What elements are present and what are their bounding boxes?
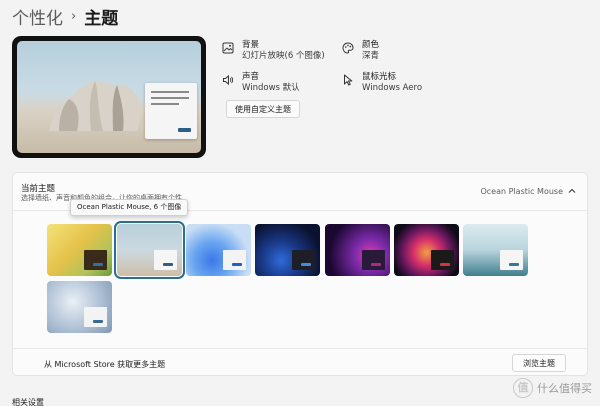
chevron-right-icon: › [71, 8, 77, 24]
prop-title: 鼠标光标 [362, 72, 397, 82]
thumbnail-accent [440, 263, 450, 266]
watermark: 值 什么值得买 [513, 378, 592, 398]
thumbnail-window [500, 250, 523, 270]
thumbnail-accent [93, 320, 103, 323]
theme-flow[interactable] [47, 281, 112, 333]
page-title: 主题 [84, 8, 119, 29]
breadcrumb-parent[interactable]: 个性化 [12, 4, 63, 29]
prop-title: 背景 [242, 40, 260, 50]
thumbnail-accent [509, 263, 519, 266]
speaker-icon [223, 74, 234, 86]
breadcrumb: 个性化 › 主题 [12, 4, 119, 29]
prop-title: 颜色 [362, 40, 380, 50]
thumbnail-accent [93, 263, 103, 266]
thumbnail-window [223, 250, 246, 270]
related-settings-heading: 相关设置 [12, 398, 44, 406]
theme-yellow-red[interactable] [47, 224, 112, 276]
cursor-icon [344, 74, 353, 86]
theme-ocean-plastic-mouse[interactable] [114, 221, 185, 279]
prop-sound[interactable]: 声音 Windows 默认 [222, 72, 300, 94]
thumbnail-window [154, 250, 177, 270]
prop-value: Windows Aero [362, 83, 423, 93]
watermark-text: 什么值得买 [537, 382, 592, 395]
palette-icon [342, 42, 354, 54]
prop-background[interactable]: 背景 幻灯片放映(6 个图像) [222, 40, 325, 62]
theme-sunrise-lake[interactable] [463, 224, 528, 276]
use-custom-theme-button[interactable]: 使用自定义主题 [226, 100, 300, 118]
prop-cursor[interactable]: 鼠标光标 Windows Aero [342, 72, 422, 94]
thumbnail-accent [163, 263, 173, 266]
theme-windows-dark[interactable] [255, 224, 320, 276]
theme-glow[interactable] [325, 224, 390, 276]
preview-window [145, 83, 197, 139]
image-icon [222, 42, 234, 54]
browse-themes-button[interactable]: 浏览主题 [512, 354, 566, 372]
store-text: 从 Microsoft Store 获取更多主题 [44, 360, 166, 369]
prop-value: Windows 默认 [242, 83, 300, 93]
rock-shape [49, 80, 141, 131]
theme-captured-motion[interactable] [394, 224, 459, 276]
theme-preview-image [17, 41, 201, 153]
theme-windows-light[interactable] [186, 224, 251, 276]
thumbnail-window [84, 307, 107, 327]
store-row: 从 Microsoft Store 获取更多主题 浏览主题 [12, 348, 588, 376]
prop-color[interactable]: 颜色 深青 [342, 40, 379, 62]
prop-title: 声音 [242, 72, 260, 82]
thumbnail-window [362, 250, 385, 270]
thumbnail-window [84, 250, 107, 270]
theme-preview [12, 36, 206, 158]
prop-value: 幻灯片放映(6 个图像) [242, 51, 325, 61]
thumbnail-accent [232, 263, 242, 266]
current-theme-value: Ocean Plastic Mouse [480, 187, 563, 196]
thumbnail-window [292, 250, 315, 270]
thumbnail-accent [301, 263, 311, 266]
watermark-logo: 值 [513, 378, 533, 398]
theme-tooltip: Ocean Plastic Mouse, 6 个图像 [70, 199, 189, 216]
thumbnail-accent [371, 263, 381, 266]
chevron-up-icon[interactable] [567, 186, 577, 196]
thumbnail-window [431, 250, 454, 270]
prop-value: 深青 [362, 51, 380, 61]
